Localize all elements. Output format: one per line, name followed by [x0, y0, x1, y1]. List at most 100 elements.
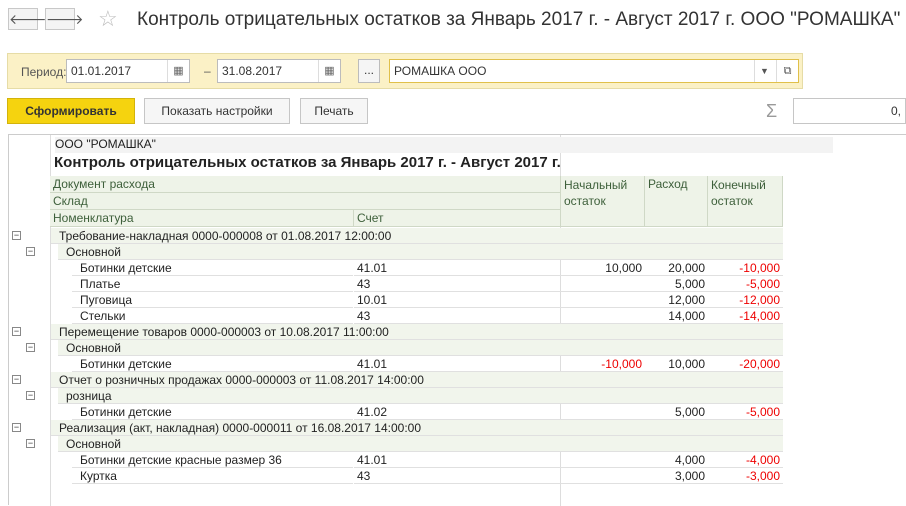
favorite-star-icon[interactable]: ☆: [98, 6, 118, 32]
print-button[interactable]: Печать: [300, 98, 368, 124]
row-start-balance: [561, 468, 645, 484]
collapse-toggle-icon[interactable]: −: [12, 375, 21, 384]
date-to-value: 31.08.2017: [222, 64, 283, 78]
document-row[interactable]: Реализация (акт, накладная) 0000-000011 …: [9, 420, 784, 436]
generate-button[interactable]: Сформировать: [7, 98, 135, 124]
row-end-balance: -4,000: [708, 452, 783, 468]
collapse-toggle-icon[interactable]: −: [26, 439, 35, 448]
collapse-toggle-icon[interactable]: −: [12, 327, 21, 336]
row-name: Перемещение товаров 0000-000003 от 10.08…: [51, 324, 569, 340]
date-from-field[interactable]: 01.01.2017 ▦: [66, 59, 190, 83]
row-account: 43: [354, 308, 561, 324]
row-name: Ботинки детские красные размер 36: [72, 452, 353, 468]
organization-field[interactable]: РОМАШКА ООО ▼ ⧉: [389, 59, 799, 83]
collapse-toggle-icon[interactable]: −: [26, 391, 35, 400]
row-expense: [645, 388, 708, 404]
row-end-balance: -10,000: [708, 260, 783, 276]
document-row[interactable]: Перемещение товаров 0000-000003 от 10.08…: [9, 324, 784, 340]
sum-icon: Σ: [766, 101, 778, 121]
row-start-balance: [561, 436, 645, 452]
document-row[interactable]: Отчет о розничных продажах 0000-000003 о…: [9, 372, 784, 388]
item-row[interactable]: Ботинки детские красные размер 36 41.01 4,…: [9, 452, 784, 468]
row-start-balance: 10,000: [561, 260, 645, 276]
warehouse-row[interactable]: Основной −: [9, 244, 784, 260]
parameters-panel: Период: 01.01.2017 ▦ – 31.08.2017 ▦ ... …: [7, 53, 803, 89]
row-start-balance: [561, 324, 645, 340]
row-expense: 5,000: [645, 404, 708, 420]
sum-field[interactable]: 0,: [793, 98, 906, 124]
row-name: розница: [58, 388, 569, 404]
row-end-balance: [708, 436, 783, 452]
header-warehouse: Склад: [50, 193, 561, 210]
header-start-balance: Начальный остаток: [561, 176, 645, 227]
row-expense: 4,000: [645, 452, 708, 468]
header-expense: Расход: [645, 176, 708, 227]
header-item: Номенклатура: [50, 210, 354, 227]
date-to-field[interactable]: 31.08.2017 ▦: [217, 59, 341, 83]
item-row[interactable]: Пуговица 10.01 12,000 -12,000: [9, 292, 784, 308]
calendar-icon[interactable]: ▦: [167, 60, 189, 82]
row-start-balance: [561, 404, 645, 420]
period-label: Период:: [21, 65, 67, 79]
row-name: Ботинки детские: [72, 260, 353, 276]
report-organization: ООО "РОМАШКА": [55, 137, 833, 153]
chevron-down-icon[interactable]: ▼: [754, 60, 774, 82]
show-settings-button[interactable]: Показать настройки: [144, 98, 290, 124]
row-expense: 20,000: [645, 260, 708, 276]
item-row[interactable]: Платье 43 5,000 -5,000: [9, 276, 784, 292]
report-area[interactable]: ООО "РОМАШКА" Контроль отрицательных ост…: [8, 134, 906, 506]
row-expense: [645, 420, 708, 436]
row-end-balance: [708, 244, 783, 260]
row-end-balance: -14,000: [708, 308, 783, 324]
row-start-balance: [561, 372, 645, 388]
row-expense: 12,000: [645, 292, 708, 308]
row-start-balance: [561, 420, 645, 436]
back-icon[interactable]: 🡐: [8, 8, 47, 30]
row-name: Пуговица: [72, 292, 353, 308]
period-dash: –: [204, 64, 211, 78]
row-end-balance: [708, 324, 783, 340]
header-end-balance: Конечный остаток: [708, 176, 783, 227]
report-title: Контроль отрицательных остатков за Январ…: [54, 154, 561, 171]
row-name: Ботинки детские: [72, 404, 353, 420]
forward-icon[interactable]: 🡒: [45, 8, 84, 30]
row-start-balance: [561, 308, 645, 324]
item-row[interactable]: Ботинки детские 41.02 5,000 -5,000: [9, 404, 784, 420]
row-start-balance: [561, 292, 645, 308]
row-expense: [645, 340, 708, 356]
row-expense: [645, 324, 708, 340]
row-end-balance: -5,000: [708, 404, 783, 420]
row-expense: 14,000: [645, 308, 708, 324]
row-expense: [645, 436, 708, 452]
period-choose-button[interactable]: ...: [358, 59, 380, 83]
collapse-toggle-icon[interactable]: −: [12, 423, 21, 432]
row-account: 43: [354, 468, 561, 484]
title-bar: 🡐 🡒 ☆ Контроль отрицательных остатков за…: [0, 0, 906, 42]
row-name: Основной: [58, 340, 569, 356]
row-start-balance: [561, 452, 645, 468]
row-expense: 10,000: [645, 356, 708, 372]
row-name: Требование-накладная 0000-000008 от 01.0…: [51, 228, 569, 244]
warehouse-row[interactable]: розница −: [9, 388, 784, 404]
row-end-balance: [708, 372, 783, 388]
row-account: 41.01: [354, 260, 561, 276]
collapse-toggle-icon[interactable]: −: [26, 343, 35, 352]
collapse-toggle-icon[interactable]: −: [26, 247, 35, 256]
calendar-icon[interactable]: ▦: [318, 60, 340, 82]
row-start-balance: -10,000: [561, 356, 645, 372]
warehouse-row[interactable]: Основной −: [9, 340, 784, 356]
item-row[interactable]: Ботинки детские 41.01 -10,000 10,000 -20,000: [9, 356, 784, 372]
item-row[interactable]: Куртка 43 3,000 -3,000: [9, 468, 784, 484]
item-row[interactable]: Стельки 43 14,000 -14,000: [9, 308, 784, 324]
row-end-balance: -5,000: [708, 276, 783, 292]
row-end-balance: -3,000: [708, 468, 783, 484]
collapse-toggle-icon[interactable]: −: [12, 231, 21, 240]
row-expense: [645, 372, 708, 388]
open-icon[interactable]: ⧉: [776, 60, 798, 82]
row-start-balance: [561, 244, 645, 260]
item-row[interactable]: Ботинки детские 41.01 10,000 20,000 -10,000: [9, 260, 784, 276]
document-row[interactable]: Требование-накладная 0000-000008 от 01.0…: [9, 228, 784, 244]
window-title: Контроль отрицательных остатков за Январ…: [137, 9, 901, 30]
warehouse-row[interactable]: Основной −: [9, 436, 784, 452]
row-start-balance: [561, 228, 645, 244]
